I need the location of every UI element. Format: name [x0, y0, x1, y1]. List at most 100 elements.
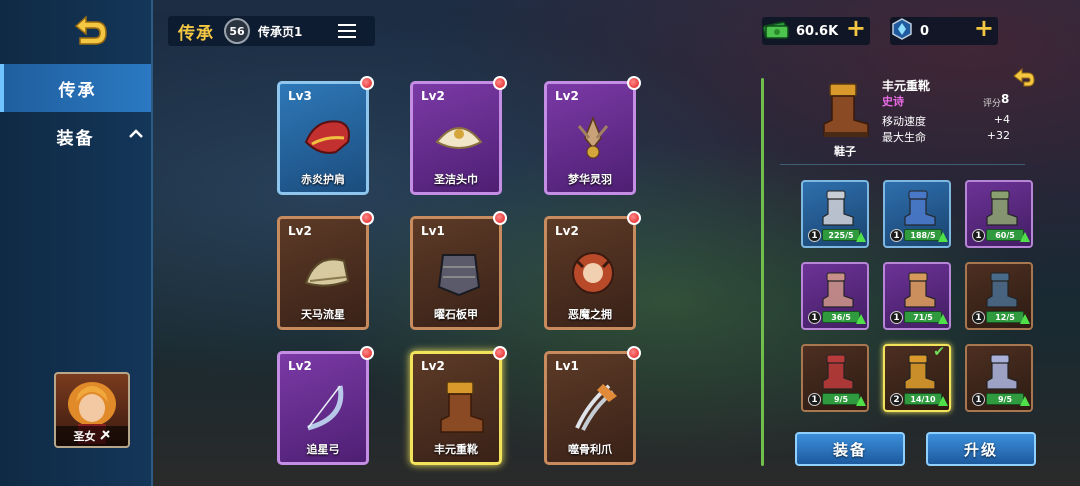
notification-dot-icon	[627, 76, 641, 90]
card-name: 圣洁头巾	[434, 173, 478, 186]
sidebar: 传承 装备 圣女	[0, 0, 153, 486]
card-name: 梦华灵羽	[568, 173, 612, 186]
upgrade-arrow-icon	[938, 396, 948, 406]
equipment-slot[interactable]: 1 9/5	[801, 344, 869, 412]
notification-dot-icon	[493, 76, 507, 90]
slot-progress: 14/10	[904, 393, 942, 405]
stat-value: +32	[986, 129, 1010, 142]
legacy-card[interactable]: Lv3 赤炎护肩	[277, 76, 374, 195]
upgrade-arrow-icon	[1020, 232, 1030, 242]
equipment-slot[interactable]: 1 36/5	[801, 262, 869, 330]
notification-dot-icon	[493, 211, 507, 225]
hero-name: 圣女	[73, 430, 96, 443]
panel-divider	[761, 78, 764, 466]
equipment-slot[interactable]: 1 60/5	[965, 180, 1033, 248]
equipment-slot[interactable]: 2 14/10 ✔	[883, 344, 951, 412]
cash-icon	[762, 18, 790, 44]
notification-dot-icon	[627, 346, 641, 360]
upgrade-arrow-icon	[856, 314, 866, 324]
legacy-card[interactable]: Lv2 丰元重靴	[410, 346, 507, 465]
legacy-card[interactable]: Lv2 恶魔之拥	[544, 211, 641, 330]
chevron-up-icon	[129, 127, 143, 143]
slot-count: 1	[890, 311, 903, 324]
notification-dot-icon	[493, 346, 507, 360]
slot-count: 2	[890, 393, 903, 406]
notification-dot-icon	[627, 211, 641, 225]
legacy-item-icon	[304, 120, 350, 154]
hero-portrait[interactable]: 圣女	[54, 372, 130, 448]
add-gem-plus-icon[interactable]: +	[974, 14, 994, 42]
equipment-slot[interactable]: 1 188/5	[883, 180, 951, 248]
card-name: 恶魔之拥	[568, 308, 612, 321]
notification-dot-icon	[360, 346, 374, 360]
card-level: Lv2	[555, 89, 579, 103]
legacy-item-icon	[572, 252, 614, 294]
legacy-item-icon	[307, 385, 344, 431]
stat-row: 最大生命 +32	[882, 129, 1010, 145]
legacy-page-header: 传承 56 传承页1	[168, 16, 375, 46]
boot-icon	[904, 272, 936, 308]
card-name: 追星弓	[306, 443, 340, 456]
card-level: Lv2	[421, 359, 445, 373]
sidebar-tab-label: 传承	[58, 80, 97, 101]
return-arrow-icon[interactable]	[1012, 67, 1036, 88]
slot-count: 1	[972, 311, 985, 324]
boot-icon	[822, 272, 854, 308]
item-rarity: 史诗	[882, 95, 904, 108]
equipment-slot[interactable]: 1 225/5	[801, 180, 869, 248]
upgrade-button-label: 升级	[963, 440, 998, 459]
upgrade-button[interactable]: 升级	[926, 432, 1036, 466]
slot-progress: 12/5	[986, 311, 1024, 323]
card-name: 曜石板甲	[434, 308, 478, 321]
boot-icon	[986, 354, 1018, 390]
back-button[interactable]	[70, 14, 110, 50]
item-name: 丰元重靴	[882, 79, 931, 93]
stat-label: 最大生命	[882, 131, 926, 144]
stat-label: 移动速度	[882, 115, 926, 128]
legacy-item-icon	[577, 115, 609, 159]
legacy-card[interactable]: Lv2 追星弓	[277, 346, 374, 465]
card-level: Lv2	[288, 359, 312, 373]
equip-button[interactable]: 装备	[795, 432, 905, 466]
checkmark-icon: ✔	[933, 344, 945, 360]
sidebar-tab-legacy[interactable]: 传承	[0, 64, 151, 112]
sidebar-tab-equipment[interactable]: 装备	[0, 112, 151, 160]
boot-icon	[822, 190, 854, 226]
upgrade-arrow-icon	[856, 232, 866, 242]
card-name: 赤炎护肩	[301, 173, 345, 186]
upgrade-arrow-icon	[938, 314, 948, 324]
add-cash-plus-icon[interactable]: +	[846, 14, 866, 42]
equipment-slot[interactable]: 1 71/5	[883, 262, 951, 330]
legacy-page-name: 传承页1	[258, 24, 303, 39]
equipment-slot[interactable]: 1 9/5	[965, 344, 1033, 412]
back-arrow-icon	[74, 15, 107, 45]
card-level: Lv1	[421, 224, 445, 238]
card-level: Lv2	[288, 224, 312, 238]
boot-icon	[986, 190, 1018, 226]
legacy-item-icon	[575, 384, 617, 431]
legacy-card[interactable]: Lv2 天马流星	[277, 211, 374, 330]
equipment-slot[interactable]: 1 12/5	[965, 262, 1033, 330]
class-icon	[99, 429, 111, 444]
slot-count: 1	[808, 311, 821, 324]
upgrade-arrow-icon	[938, 232, 948, 242]
boot-icon	[822, 354, 854, 390]
slot-progress: 9/5	[986, 393, 1024, 405]
stat-value: +4	[993, 113, 1010, 126]
legacy-card[interactable]: Lv2 圣洁头巾	[410, 76, 507, 195]
gem-amount: 0	[920, 23, 930, 39]
cash-amount: 60.6K	[796, 23, 839, 39]
legacy-card[interactable]: Lv2 梦华灵羽	[544, 76, 641, 195]
slot-count: 1	[890, 229, 903, 242]
slot-count: 1	[808, 393, 821, 406]
card-level: Lv2	[555, 224, 579, 238]
slot-progress: 225/5	[822, 229, 860, 241]
boot-icon	[986, 272, 1018, 308]
slot-count: 1	[972, 393, 985, 406]
list-menu-icon[interactable]	[338, 24, 357, 38]
sidebar-tab-label: 装备	[56, 128, 95, 149]
score-label: 评分	[983, 99, 1002, 109]
upgrade-arrow-icon	[1020, 314, 1030, 324]
legacy-card[interactable]: Lv1 曜石板甲	[410, 211, 507, 330]
legacy-card[interactable]: Lv1 噬骨利爪	[544, 346, 641, 465]
